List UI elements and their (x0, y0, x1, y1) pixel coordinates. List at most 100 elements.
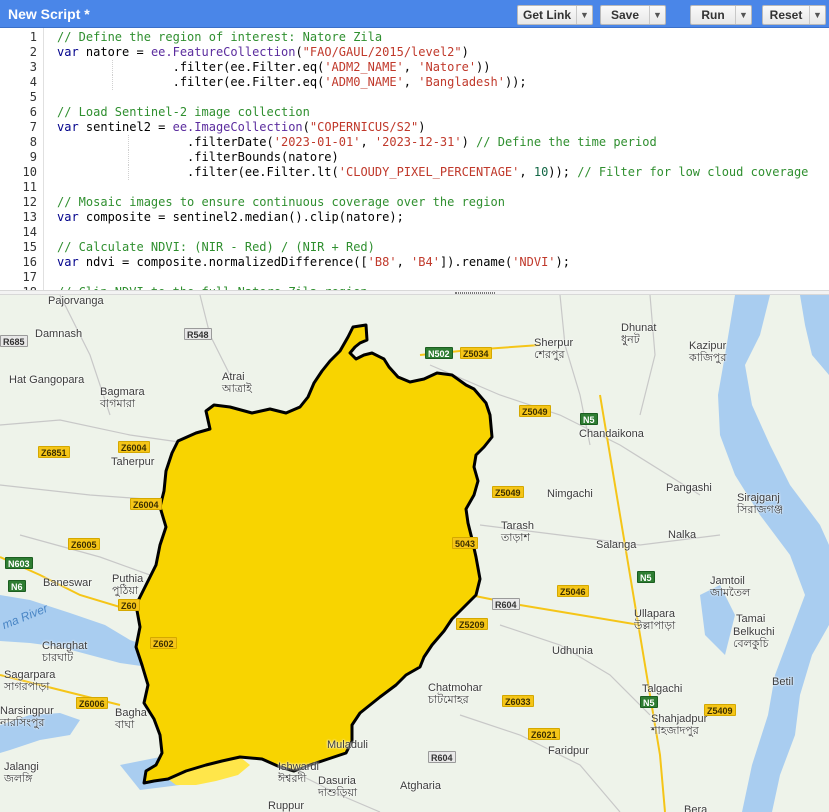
run-button[interactable]: Run ▼ (690, 5, 752, 25)
code-line[interactable]: var natore = ee.FeatureCollection("FAO/G… (57, 45, 469, 60)
place-name: Sagarpara (4, 669, 56, 681)
place-name: Salanga (596, 539, 637, 551)
place-name: Baneswar (43, 577, 92, 589)
line-number: 8 (29, 135, 37, 149)
place-name: Puthia (112, 573, 144, 585)
chevron-down-icon[interactable]: ▼ (649, 6, 665, 24)
chevron-down-icon[interactable]: ▼ (809, 6, 825, 24)
place-name: Atrai (222, 371, 245, 383)
road-shield-badge: Z5049 (519, 405, 551, 417)
code-line[interactable]: var sentinel2 = ee.ImageCollection("COPE… (57, 120, 426, 135)
place-name-bangla: কাজিপুর (689, 352, 727, 364)
place-label: Jalangi জলঙ্গি (4, 761, 39, 785)
place-label: Dasuria দাশুড়িয়া (318, 775, 357, 799)
place-name-bangla: বাঘা (115, 719, 135, 731)
place-label: Bagha বাঘা (115, 707, 147, 731)
place-name: Bera (684, 804, 708, 812)
indent-guide (112, 75, 113, 90)
road-shield-badge: R548 (184, 328, 212, 340)
place-name-bangla: সিরাজগঞ্জ (737, 504, 784, 516)
line-number: 7 (29, 120, 37, 134)
place-name-bangla: শেরপুর (534, 349, 565, 361)
place-name-bangla: শাহজাদপুর (651, 725, 699, 737)
get-link-button[interactable]: Get Link ▼ (517, 5, 593, 25)
indent-guide (128, 150, 129, 165)
place-name-bangla: ধুনট (621, 334, 640, 346)
place-label: Atrai আত্রাই (222, 371, 252, 395)
code-line[interactable]: var ndvi = composite.normalizedDifferenc… (57, 255, 570, 270)
code-line[interactable]: var composite = sentinel2.median().clip(… (57, 210, 404, 225)
map-view[interactable]: Pajorvanga Damnash Hat Gangopara Bagmara বাগ… (0, 295, 829, 812)
place-label: Dhunat ধুনট (621, 322, 656, 346)
code-line[interactable]: // Define the region of interest: Natore… (57, 30, 382, 45)
road-shield-badge: Z6021 (528, 728, 560, 740)
chevron-down-icon[interactable]: ▼ (576, 6, 592, 24)
line-number: 9 (29, 150, 37, 164)
place-label: Faridpur (548, 745, 589, 757)
road-shield-badge: Z5209 (456, 618, 488, 630)
place-label: Tamai (736, 613, 765, 625)
place-label: Muladuli (327, 739, 368, 751)
place-name: Belkuchi (733, 626, 775, 638)
place-name: Bagmara (100, 386, 145, 398)
line-number: 10 (22, 165, 37, 179)
place-name: Bagha (115, 707, 147, 719)
place-label: Jamtoil জামতৈল (710, 575, 750, 599)
road-shield-badge: Z60 (118, 599, 140, 611)
place-name-bangla: সাগরপাড়া (4, 681, 50, 693)
place-label: Narsingpur নারসিংপুর (0, 705, 54, 729)
road-shield-badge: Z5046 (557, 585, 589, 597)
place-label: Pajorvanga (48, 295, 104, 307)
place-name: Pajorvanga (48, 295, 104, 307)
code-line[interactable]: .filter(ee.Filter.eq('ADM0_NAME', 'Bangl… (57, 75, 527, 90)
place-label: Tarash তাড়াশ (501, 520, 534, 544)
script-toolbar: New Script * Get Link ▼ Save ▼ Run ▼ Res… (0, 0, 829, 28)
place-label: Bagmara বাগমারা (100, 386, 145, 410)
place-label: Ruppur (268, 800, 304, 812)
place-name: Muladuli (327, 739, 368, 751)
place-name-bangla: নারসিংপুর (0, 717, 45, 729)
road-shield-badge: Z6004 (130, 498, 162, 510)
place-name-bangla: তাড়াশ (501, 532, 530, 544)
script-title[interactable]: New Script * (8, 6, 90, 22)
code-line[interactable]: // Calculate NDVI: (NIR - Red) / (NIR + … (57, 240, 375, 255)
place-label: Taherpur (111, 456, 154, 468)
code-line[interactable]: // Load Sentinel-2 image collection (57, 105, 310, 120)
line-number: 5 (29, 90, 37, 104)
save-label: Save (610, 8, 640, 22)
place-name-bangla: উল্লাপাড়া (634, 620, 676, 632)
reset-button[interactable]: Reset ▼ (762, 5, 826, 25)
place-label: Ullapara উল্লাপাড়া (634, 608, 675, 632)
place-name: Dasuria (318, 775, 356, 787)
code-line[interactable]: .filterDate('2023-01-01', '2023-12-31') … (57, 135, 657, 150)
road-shield-badge: 5043 (452, 537, 479, 549)
place-name-bangla: দাশুড়িয়া (318, 787, 358, 799)
road-shield-badge: R604 (492, 598, 520, 610)
code-line[interactable]: .filter(ee.Filter.lt('CLOUDY_PIXEL_PERCE… (57, 165, 808, 180)
place-name: Dhunat (621, 322, 657, 334)
save-button[interactable]: Save ▼ (600, 5, 666, 25)
chevron-down-icon[interactable]: ▼ (735, 6, 751, 24)
road-shield-badge: Z6004 (118, 441, 150, 453)
drag-handle-icon[interactable] (455, 292, 495, 294)
line-number: 17 (22, 270, 37, 284)
code-line[interactable]: // Mosaic images to ensure continuous co… (57, 195, 505, 210)
place-label: Puthia পুঠিয়া (112, 573, 143, 597)
road-shield-badge: Z5409 (704, 704, 736, 716)
code-editor[interactable]: 123456789101112131415161718 // Define th… (0, 28, 829, 290)
road-shield-badge: N6 (8, 580, 26, 592)
place-label: Baneswar (43, 577, 92, 589)
road-shield-badge: Z5049 (492, 486, 524, 498)
code-line[interactable]: .filter(ee.Filter.eq('ADM2_NAME', 'Nator… (57, 60, 491, 75)
place-name: Shahjadpur (651, 713, 708, 725)
road-shield-badge: Z6851 (38, 446, 70, 458)
line-number: 4 (29, 75, 37, 89)
place-name: Sirajganj (737, 492, 780, 504)
get-link-label: Get Link (522, 8, 571, 22)
line-number: 1 (29, 30, 37, 44)
place-label: Damnash (35, 328, 82, 340)
place-label: Sirajganj সিরাজগঞ্জ (737, 492, 783, 516)
code-line[interactable]: .filterBounds(natore) (57, 150, 339, 165)
road-shield-badge: N5 (580, 413, 598, 425)
place-name-bangla: বেলকুচি (733, 638, 769, 650)
